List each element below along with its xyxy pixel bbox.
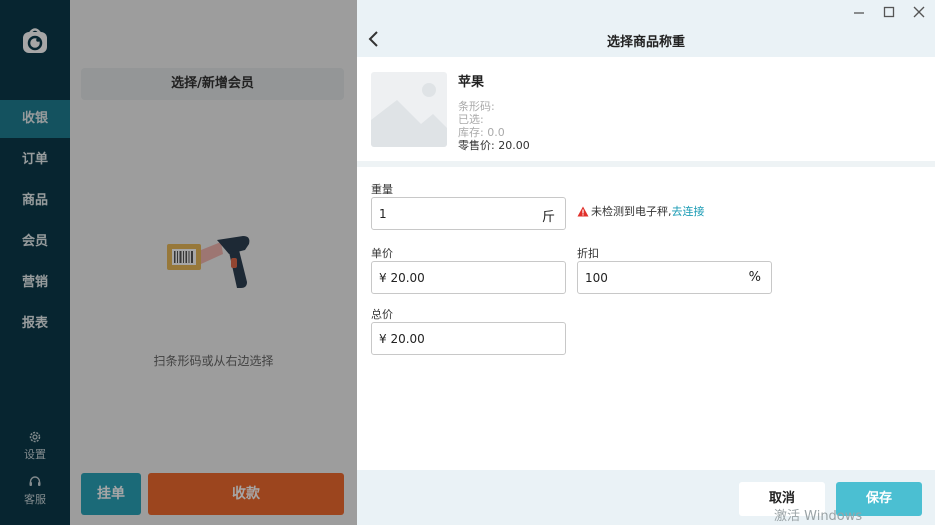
discount-unit: % bbox=[748, 270, 761, 285]
windows-activation-watermark: 激活 Windows bbox=[774, 509, 863, 524]
product-name: 苹果 bbox=[458, 75, 485, 90]
close-icon[interactable] bbox=[910, 4, 928, 20]
unit-price-input[interactable]: ¥ 20.00 bbox=[371, 261, 566, 294]
weight-input[interactable]: 1 斤 bbox=[371, 197, 566, 230]
unit-price-value: ¥ 20.00 bbox=[379, 271, 425, 285]
image-placeholder-icon bbox=[371, 83, 447, 147]
weight-unit: 斤 bbox=[541, 210, 555, 225]
panel-header: 选择商品称重 bbox=[357, 0, 935, 57]
panel-footer: 取消 保存 激活 Windows bbox=[357, 470, 935, 525]
discount-value: 100 bbox=[585, 271, 608, 285]
total-price-label: 总价 bbox=[371, 308, 393, 321]
panel-title: 选择商品称重 bbox=[606, 35, 685, 50]
weight-label: 重量 bbox=[371, 183, 393, 196]
connect-scale-link[interactable]: 去连接 bbox=[672, 205, 705, 218]
unit-price-label: 单价 bbox=[371, 247, 393, 260]
total-price-input[interactable]: ¥ 20.00 bbox=[371, 322, 566, 355]
discount-label: 折扣 bbox=[577, 247, 599, 260]
product-retail-price: 零售价: 20.00 bbox=[458, 139, 530, 152]
minimize-icon[interactable] bbox=[850, 4, 868, 20]
section-divider bbox=[357, 161, 935, 167]
scale-warning: 未检测到电子秤,去连接 bbox=[577, 203, 705, 219]
modal-overlay[interactable] bbox=[0, 0, 357, 525]
product-info: 苹果 条形码: 已选: 库存: 0.0 零售价: 20.00 bbox=[357, 57, 935, 161]
weight-value: 1 bbox=[379, 207, 387, 221]
warning-icon bbox=[577, 206, 589, 217]
maximize-icon[interactable] bbox=[880, 4, 898, 20]
weigh-product-panel: 选择商品称重 苹果 条形码: 已选: 库存: 0.0 零售价: 20.00 重量… bbox=[357, 0, 935, 525]
product-image-placeholder bbox=[371, 72, 447, 147]
total-price-value: ¥ 20.00 bbox=[379, 332, 425, 346]
scale-warning-text: 未检测到电子秤, bbox=[591, 205, 672, 218]
discount-input[interactable]: 100 % bbox=[577, 261, 772, 294]
